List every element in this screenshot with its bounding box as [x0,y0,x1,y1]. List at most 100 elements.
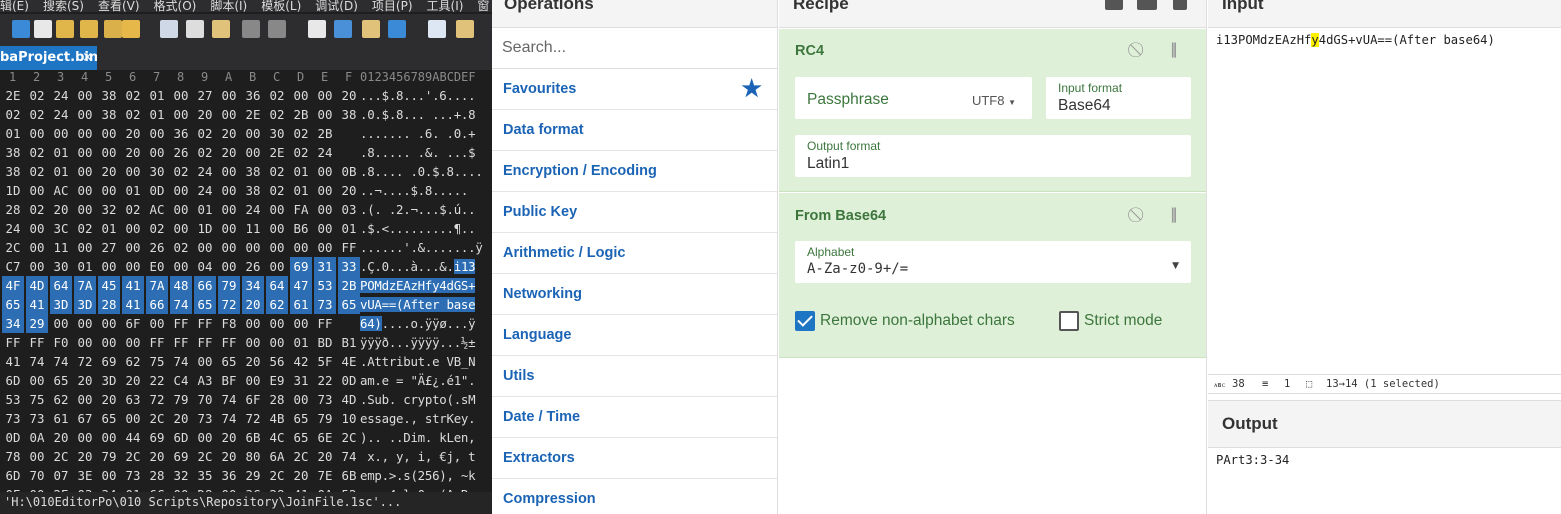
hex-byte[interactable]: 00 [314,238,336,257]
hex-byte[interactable]: 20 [122,143,144,162]
hex-byte[interactable]: 02 [122,86,144,105]
hex-byte[interactable]: 69 [146,428,168,447]
hex-byte[interactable]: 38 [2,143,24,162]
pause-icon[interactable]: ‖ [1170,40,1178,58]
hex-byte[interactable]: 2C [146,409,168,428]
hex-byte[interactable]: 02 [26,200,48,219]
hex-byte[interactable]: 20 [218,124,240,143]
hex-ascii[interactable]: ÿÿÿð...ÿÿÿÿ...½± [360,333,476,352]
hex-row[interactable]: 0D 0A 20 00 00 44 69 6D 00 20 6B 4C 65 6E 2C).. ..Dim.… [0,428,492,447]
hex-byte[interactable]: 41 [122,276,144,295]
hex-byte[interactable]: 00 [266,238,288,257]
hex-byte[interactable]: 38 [98,105,120,124]
operations-category-arithmetic-logic[interactable]: Arithmetic / Logic [492,233,777,274]
operations-category-public-key[interactable]: Public Key [492,192,777,233]
hex-byte[interactable]: 20 [338,86,360,105]
hex-byte[interactable]: 00 [146,314,168,333]
hex-ascii[interactable]: am.e = "Ä£¿.é1". [360,371,476,390]
hex-row[interactable]: 34 29 00 00 00 6F 00 FF FF F8 00 00 00 FF 64)....o.ÿÿø… [0,314,492,333]
hex-byte[interactable]: 02 [122,105,144,124]
operations-category-compression[interactable]: Compression [492,479,777,514]
hex-byte[interactable]: 38 [338,105,360,124]
hex-byte[interactable]: 64 [50,276,72,295]
hex-byte[interactable]: 00 [290,314,312,333]
hex-byte[interactable]: 73 [26,409,48,428]
hex-byte[interactable]: 26 [242,257,264,276]
hex-byte[interactable]: 02 [194,124,216,143]
hex-byte[interactable]: 00 [218,200,240,219]
hex-byte[interactable]: 7E [314,466,336,485]
hex-byte[interactable]: 00 [98,333,120,352]
hex-byte[interactable]: 00 [74,238,96,257]
hex-byte[interactable]: 6F [122,314,144,333]
hex-row[interactable]: 6D 00 65 20 3D 20 22 C4 A3 BF 00 E9 31 22 0D am.e = "Ä£… [0,371,492,390]
hex-byte[interactable]: 0A [26,428,48,447]
hex-byte[interactable]: 41 [2,352,24,371]
hex-ascii[interactable]: x., y, i, €j, t [360,447,475,466]
hex-byte[interactable]: 29 [242,466,264,485]
output-format-field[interactable]: Output format Latin1 [795,135,1191,177]
hex-byte[interactable]: 00 [170,105,192,124]
hex-byte[interactable]: 00 [290,238,312,257]
hex-byte[interactable]: AC [50,181,72,200]
hex-byte[interactable]: BD [314,333,336,352]
hex-row[interactable]: 02 02 24 00 38 02 01 00 20 00 2E 02 2B 00 38.0.$.8... … [0,105,492,124]
hex-byte[interactable]: 31 [290,371,312,390]
hex-byte[interactable]: 2B [314,124,336,143]
hex-byte[interactable]: 3E [74,466,96,485]
hex-byte[interactable]: 02 [266,105,288,124]
hex-ascii[interactable]: .8.... .0.$.8.... [360,162,483,181]
folder-icon[interactable] [122,20,140,38]
script-icon[interactable] [456,20,474,38]
hex-byte[interactable]: 01 [290,181,312,200]
hex-byte[interactable]: 0D [2,428,24,447]
hex-byte[interactable]: 00 [26,124,48,143]
hex-byte[interactable]: 32 [98,200,120,219]
hex-byte[interactable]: 56 [266,352,288,371]
hex-byte[interactable]: 65 [338,295,360,314]
input-format-field[interactable]: Input format Base64 [1046,77,1191,119]
hex-byte[interactable]: FF [170,314,192,333]
hex-row[interactable]: 6D 70 07 3E 00 73 28 32 35 36 29 2C 20 7E 6B emp.>.s(25… [0,466,492,485]
hex-byte[interactable]: 65 [194,295,216,314]
hex-byte[interactable]: 6F [242,390,264,409]
hex-byte[interactable]: 20 [74,371,96,390]
hex-row[interactable]: 73 73 61 67 65 00 2C 20 73 74 72 4B 65 79 10 essage., s… [0,409,492,428]
hex-byte[interactable]: 00 [218,257,240,276]
remove-non-alphabet-checkbox[interactable] [795,311,815,331]
hex-menu-item[interactable]: 查看(V) [98,0,140,12]
hex-byte[interactable]: 22 [314,371,336,390]
save-recipe-icon[interactable] [1105,0,1123,10]
hex-byte[interactable]: 26 [146,238,168,257]
hex-byte[interactable]: E9 [266,371,288,390]
paste-icon[interactable] [212,20,230,38]
hex-row[interactable]: 41 74 74 72 69 62 75 74 00 65 20 56 42 5F 4E .Attribut.… [0,352,492,371]
hex-byte[interactable]: 00 [26,238,48,257]
hex-byte[interactable]: 02 [2,105,24,124]
hex-byte[interactable]: 72 [74,352,96,371]
hex-byte[interactable]: 72 [218,295,240,314]
hex-byte[interactable]: 00 [74,86,96,105]
operations-category-utils[interactable]: Utils [492,356,777,397]
hex-ascii[interactable]: .Attribut.e VB_N [360,352,476,371]
hex-ascii[interactable]: POMdzEAzHfy4dGS+ [360,276,476,295]
hex-byte[interactable]: 00 [194,238,216,257]
hex-byte[interactable]: FF [218,333,240,352]
hex-byte[interactable]: 00 [98,181,120,200]
hex-byte[interactable]: 00 [26,447,48,466]
hex-row[interactable]: 2E 02 24 00 38 02 01 00 27 00 36 02 00 00 20 ...$.8...'… [0,86,492,105]
hex-byte[interactable]: 73 [314,295,336,314]
hex-byte[interactable]: 20 [122,124,144,143]
hex-ascii[interactable]: ......'.&.......ÿ [360,238,483,257]
hex-byte[interactable]: 02 [26,143,48,162]
hex-byte[interactable]: 28 [146,466,168,485]
hex-byte[interactable]: 74 [170,295,192,314]
hex-byte[interactable]: 35 [194,466,216,485]
hex-byte[interactable]: 2B [338,276,360,295]
hex-byte[interactable]: 00 [146,143,168,162]
hex-ascii[interactable]: 64)....o.ÿÿø...ÿ [360,314,476,333]
hex-byte[interactable]: 00 [194,352,216,371]
hex-byte[interactable]: FA [290,200,312,219]
hex-byte[interactable]: 72 [146,390,168,409]
hex-byte[interactable]: 02 [290,143,312,162]
